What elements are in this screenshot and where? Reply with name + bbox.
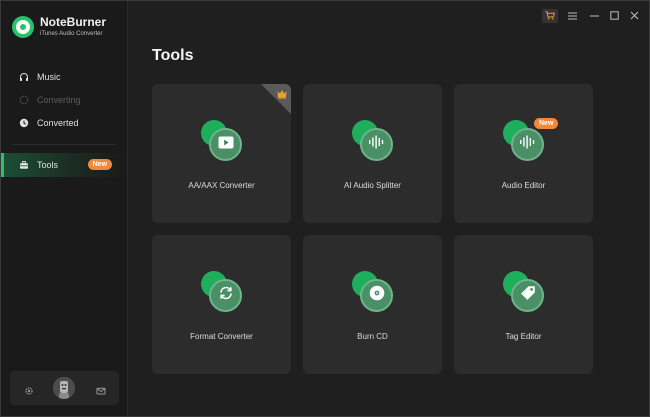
menu-button[interactable] bbox=[566, 10, 578, 22]
crown-icon bbox=[276, 87, 288, 99]
clock-icon bbox=[19, 118, 29, 128]
sidebar-item-converted[interactable]: Converted bbox=[1, 111, 127, 134]
tool-card-format-converter[interactable]: Format Converter bbox=[152, 235, 291, 374]
sidebar-item-tools[interactable]: Tools New bbox=[1, 153, 127, 177]
sidebar-nav: Music Converting Converted Tools New bbox=[1, 65, 127, 177]
tool-label: Tag Editor bbox=[505, 332, 542, 341]
hamburger-menu-icon bbox=[567, 7, 577, 25]
tool-icon bbox=[201, 271, 243, 313]
sidebar: NoteBurner iTunes Audio Converter Music … bbox=[1, 1, 128, 416]
maximize-button[interactable] bbox=[608, 10, 620, 22]
app-window: NoteBurner iTunes Audio Converter Music … bbox=[0, 0, 650, 417]
new-badge: New bbox=[87, 159, 112, 170]
gear-icon[interactable] bbox=[24, 383, 34, 395]
sidebar-item-label: Converted bbox=[37, 117, 79, 128]
toolbox-icon bbox=[19, 160, 29, 170]
app-name: NoteBurner bbox=[40, 15, 107, 29]
tag-icon bbox=[520, 285, 536, 306]
close-button[interactable] bbox=[628, 10, 640, 22]
avatar[interactable] bbox=[53, 377, 75, 399]
tool-card-burn-cd[interactable]: Burn CD bbox=[303, 235, 442, 374]
tool-icon bbox=[503, 271, 545, 313]
minimize-icon bbox=[589, 7, 599, 25]
waveform-icon bbox=[368, 135, 386, 154]
noteburner-logo-icon bbox=[12, 16, 34, 38]
tool-label: Burn CD bbox=[357, 332, 388, 341]
app-subtitle: iTunes Audio Converter bbox=[40, 31, 103, 37]
waveform-icon bbox=[519, 135, 537, 154]
mail-icon[interactable] bbox=[96, 383, 106, 395]
page-title: Tools bbox=[152, 47, 194, 64]
sidebar-item-music[interactable]: Music bbox=[1, 65, 127, 88]
play-icon bbox=[218, 136, 234, 154]
refresh-icon bbox=[218, 285, 234, 306]
tool-card-tag-editor[interactable]: Tag Editor bbox=[454, 235, 593, 374]
sidebar-bottom-bar bbox=[10, 371, 119, 405]
tool-label: Format Converter bbox=[190, 332, 253, 341]
maximize-icon bbox=[609, 7, 619, 25]
minimize-button[interactable] bbox=[588, 10, 600, 22]
tool-icon bbox=[201, 120, 243, 162]
cart-button[interactable] bbox=[542, 9, 558, 23]
tool-label: AI Audio Splitter bbox=[344, 181, 401, 190]
converting-icon bbox=[19, 95, 29, 105]
tool-label: AA/AAX Converter bbox=[188, 181, 255, 190]
sidebar-divider bbox=[12, 144, 116, 145]
sidebar-item-label: Converting bbox=[37, 94, 81, 105]
tool-card-ai-audio-splitter[interactable]: AI Audio Splitter bbox=[303, 84, 442, 223]
brand: NoteBurner iTunes Audio Converter bbox=[12, 15, 106, 39]
tool-icon bbox=[352, 120, 394, 162]
tool-icon bbox=[352, 271, 394, 313]
sidebar-item-converting: Converting bbox=[1, 88, 127, 111]
tool-card-aa-aax-converter[interactable]: AA/AAX Converter bbox=[152, 84, 291, 223]
new-badge: New bbox=[534, 118, 559, 129]
tool-label: Audio Editor bbox=[501, 181, 546, 190]
tool-card-audio-editor[interactable]: New Audio Editor bbox=[454, 84, 593, 223]
headphones-icon bbox=[19, 72, 29, 82]
sidebar-item-label: Music bbox=[37, 71, 61, 82]
disc-icon bbox=[369, 285, 385, 306]
cart-icon bbox=[545, 7, 555, 25]
close-icon bbox=[630, 7, 639, 25]
sidebar-item-label: Tools bbox=[37, 160, 59, 170]
